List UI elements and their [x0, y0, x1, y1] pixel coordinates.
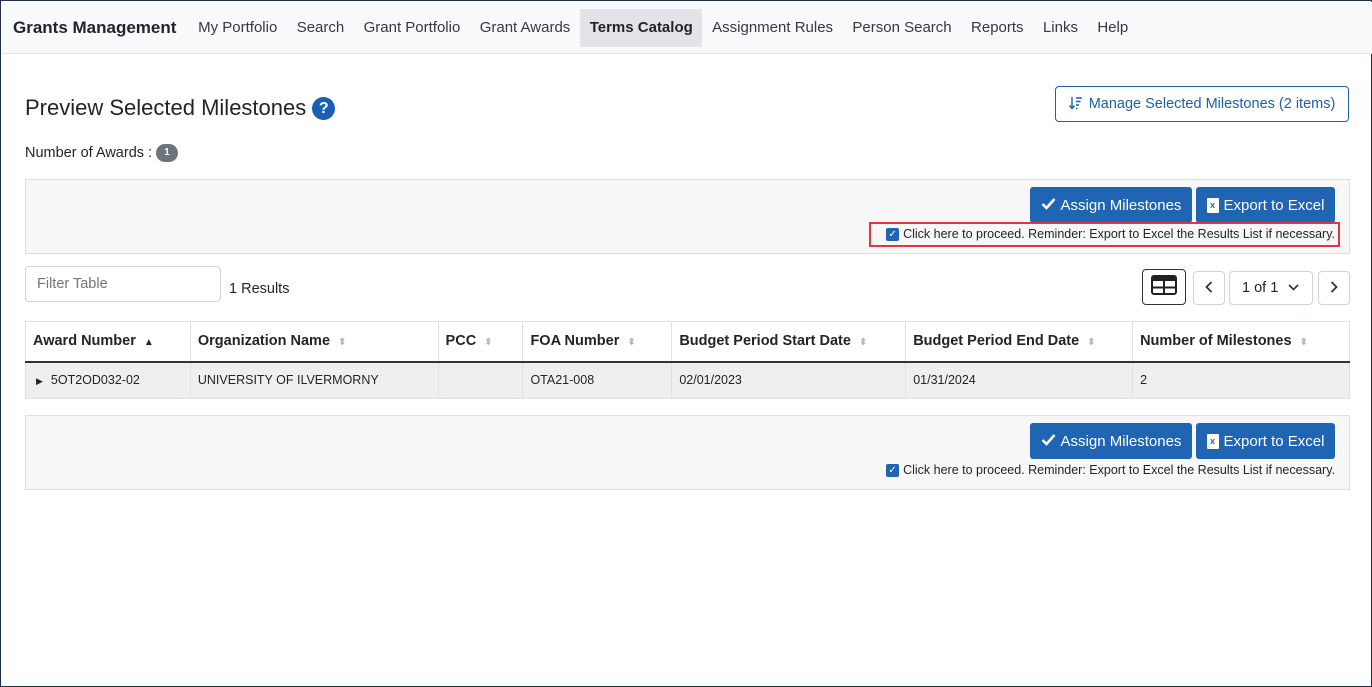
page-title: Preview Selected Milestones ? [25, 95, 336, 121]
export-to-excel-button[interactable]: x Export to Excel [1196, 187, 1335, 223]
cell-organization: UNIVERSITY OF ILVERMORNY [189, 361, 439, 399]
col-number-of-milestones[interactable]: Number of Milestones ⬍ [1132, 321, 1350, 363]
export-to-excel-label: Export to Excel [1223, 196, 1325, 214]
table-grid-icon [1151, 274, 1177, 300]
sort-icon: ⬍ [858, 337, 868, 349]
number-of-awards: Number of Awards : 1 [25, 144, 179, 162]
file-excel-icon: x [1206, 433, 1219, 449]
awards-count-badge: 1 [156, 144, 179, 162]
col-award-number[interactable]: Award Number ▲ [25, 321, 191, 363]
number-of-awards-label: Number of Awards : [25, 145, 153, 161]
cell-award-number: ▶ 5OT2OD032-02 [25, 361, 191, 399]
table-grid-toggle-button[interactable] [1142, 269, 1186, 305]
sort-icon: ⬍ [338, 337, 347, 349]
check-icon [1041, 197, 1056, 214]
sort-icon: ⬍ [627, 337, 636, 349]
results-count: 1 Results [229, 281, 290, 297]
chevron-down-icon [1288, 282, 1299, 294]
brand-logo[interactable]: Grants Management [13, 18, 176, 38]
assign-milestones-button-bottom[interactable]: Assign Milestones [1030, 423, 1192, 459]
nav-assignment-rules[interactable]: Assignment Rules [702, 9, 842, 47]
col-budget-start[interactable]: Budget Period Start Date ⬍ [671, 321, 906, 363]
col-organization-name[interactable]: Organization Name ⬍ [189, 321, 439, 363]
proceed-checkbox[interactable]: ✓ [886, 463, 900, 477]
sort-icon: ⬍ [1299, 337, 1308, 349]
cell-start-date: 02/01/2023 [671, 361, 906, 399]
nav-my-portfolio[interactable]: My Portfolio [188, 9, 287, 47]
sort-asc-icon: ▲ [143, 337, 154, 349]
export-to-excel-button-bottom[interactable]: x Export to Excel [1196, 423, 1335, 459]
cell-pcc [437, 361, 523, 399]
cell-foa: OTA21-008 [522, 361, 672, 399]
nav-reports[interactable]: Reports [961, 9, 1033, 47]
col-pcc[interactable]: PCC ⬍ [437, 321, 523, 363]
proceed-text: Click here to proceed. Reminder: Export … [903, 463, 1335, 477]
proceed-checkbox-row-bottom[interactable]: ✓ Click here to proceed. Reminder: Expor… [886, 463, 1335, 477]
nav-grant-awards[interactable]: Grant Awards [470, 9, 580, 47]
caret-right-icon[interactable]: ▶ [36, 376, 43, 386]
nav-person-search[interactable]: Person Search [843, 9, 962, 47]
col-budget-end[interactable]: Budget Period End Date ⬍ [905, 321, 1133, 363]
nav-terms-catalog[interactable]: Terms Catalog [580, 8, 703, 47]
sort-icon: ⬍ [1087, 337, 1096, 349]
file-excel-icon: x [1206, 197, 1219, 213]
manage-selected-milestones-label: Manage Selected Milestones (2 items) [1088, 96, 1336, 112]
page-select-value: 1 of 1 [1242, 280, 1279, 296]
nav-grant-portfolio[interactable]: Grant Portfolio [354, 9, 470, 47]
nav-search[interactable]: Search [287, 9, 354, 47]
question-circle-icon[interactable]: ? [312, 96, 336, 120]
assign-milestones-button[interactable]: Assign Milestones [1030, 187, 1192, 223]
page-title-text: Preview Selected Milestones [25, 95, 307, 120]
table-row[interactable]: ▶ 5OT2OD032-02 UNIVERSITY OF ILVERMORNY O… [25, 361, 1350, 399]
sort-amount-down-icon [1068, 96, 1083, 113]
top-navbar: Grants Management My Portfolio Search Gr… [2, 2, 1372, 54]
nav-links[interactable]: Links [1033, 9, 1087, 47]
assign-milestones-label: Assign Milestones [1060, 432, 1182, 450]
chevron-left-icon [1205, 280, 1213, 296]
highlight-annotation-box [869, 222, 1340, 247]
assign-milestones-label: Assign Milestones [1060, 196, 1182, 214]
app-window: Grants Management My Portfolio Search Gr… [0, 0, 1372, 687]
bottom-action-panel: Assign Milestones x Export to Excel ✓ Cl… [25, 415, 1350, 490]
pager-prev-button[interactable] [1193, 271, 1225, 305]
chevron-right-icon [1330, 280, 1338, 296]
page-select-dropdown[interactable]: 1 of 1 [1229, 271, 1313, 305]
manage-selected-milestones-button[interactable]: Manage Selected Milestones (2 items) [1055, 86, 1349, 122]
filter-table-input[interactable] [25, 266, 221, 302]
check-icon [1041, 433, 1056, 450]
sort-icon: ⬍ [484, 337, 493, 349]
export-to-excel-label: Export to Excel [1223, 432, 1325, 450]
table-header-row: Award Number ▲ Organization Name ⬍ PCC ⬍ FO… [25, 321, 1350, 363]
nav-help[interactable]: Help [1088, 9, 1138, 47]
cell-milestones: 2 [1132, 361, 1350, 399]
milestones-table: Award Number ▲ Organization Name ⬍ PCC ⬍ FO… [25, 321, 1350, 399]
cell-end-date: 01/31/2024 [905, 361, 1133, 399]
pager-next-button[interactable] [1318, 271, 1350, 305]
col-foa-number[interactable]: FOA Number ⬍ [522, 321, 672, 363]
